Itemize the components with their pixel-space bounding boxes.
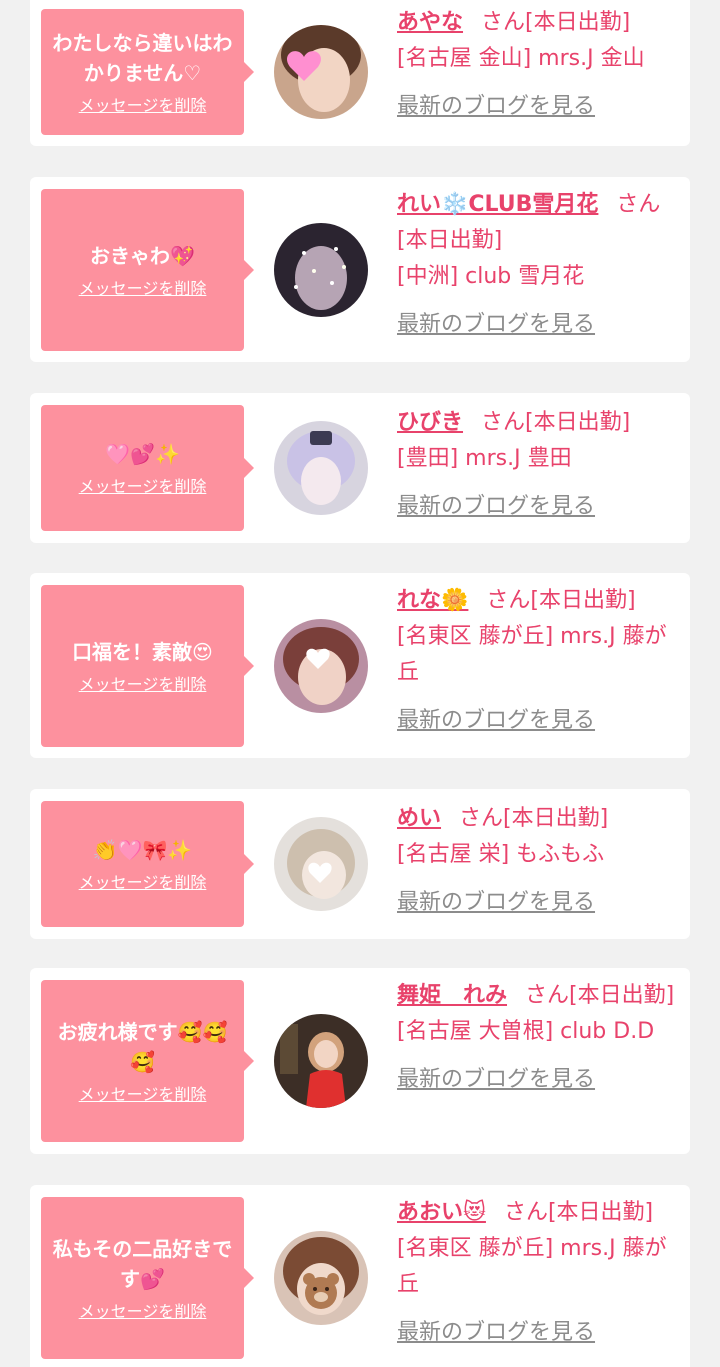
delete-message-link[interactable]: メッセージを削除 bbox=[79, 1302, 207, 1322]
delete-message-link[interactable]: メッセージを削除 bbox=[79, 477, 207, 497]
status-text: [本日出勤] bbox=[525, 410, 631, 435]
message-text: お疲れ様です🥰🥰🥰 bbox=[57, 1020, 228, 1074]
cast-name-link[interactable]: れな🌼 bbox=[397, 588, 468, 613]
honorific: さん bbox=[459, 806, 504, 831]
list-item: 口福を！素敵😍 メッセージを削除 れな🌼 さん[本日出勤] [名東区 藤が丘] m… bbox=[30, 573, 690, 758]
cast-name-link[interactable]: あおい😻 bbox=[397, 1200, 486, 1225]
cast-name-link[interactable]: めい bbox=[397, 806, 441, 831]
latest-blog-link[interactable]: 最新のブログを見る bbox=[397, 1062, 595, 1098]
message-bubble: 私もその二品好きです💕 メッセージを削除 bbox=[41, 1197, 254, 1359]
delete-message-link[interactable]: メッセージを削除 bbox=[79, 96, 207, 116]
delete-message-link[interactable]: メッセージを削除 bbox=[79, 873, 207, 893]
avatar[interactable] bbox=[274, 619, 368, 713]
cast-name-link[interactable]: れい❄️CLUB雪月花 bbox=[397, 192, 598, 217]
latest-blog-link[interactable]: 最新のブログを見る bbox=[397, 307, 595, 343]
shop-name: [名東区 藤が丘] mrs.J 藤が丘 bbox=[397, 1236, 667, 1297]
status-text: [本日出勤] bbox=[525, 10, 631, 35]
status-text: [本日出勤] bbox=[547, 1200, 654, 1225]
list-item: おきゃわ💖 メッセージを削除 れい❄️CLUB雪月花 さん [本日出勤] [中洲] … bbox=[30, 177, 690, 362]
message-text: わたしなら違いはわかりません♡ bbox=[52, 31, 233, 85]
message-text: 🩷💕✨ bbox=[105, 442, 180, 466]
latest-blog-link[interactable]: 最新のブログを見る bbox=[397, 703, 595, 739]
cast-name-link[interactable]: ひびき bbox=[397, 410, 463, 435]
honorific: さん bbox=[503, 1200, 548, 1225]
honorific: さん bbox=[525, 983, 570, 1008]
cast-info: ひびき さん[本日出勤] [豊田] mrs.J 豊田 最新のブログを見る bbox=[397, 405, 681, 525]
shop-name: [名古屋 大曽根] club D.D bbox=[397, 1019, 655, 1044]
shop-name: [名東区 藤が丘] mrs.J 藤が丘 bbox=[397, 624, 667, 685]
cast-name-link[interactable]: あやな bbox=[397, 10, 463, 35]
honorific: さん bbox=[481, 410, 526, 435]
message-text: おきゃわ💖 bbox=[90, 244, 195, 268]
cast-info: れい❄️CLUB雪月花 さん [本日出勤] [中洲] club 雪月花 最新のブログ… bbox=[397, 187, 681, 343]
cast-name-link[interactable]: 舞姫 れみ bbox=[397, 983, 507, 1008]
list-item: 🩷💕✨ メッセージを削除 ひびき さん[本日出勤] [豊田] mrs.J 豊田 最… bbox=[30, 393, 690, 543]
delete-message-link[interactable]: メッセージを削除 bbox=[79, 279, 207, 299]
list-item: わたしなら違いはわかりません♡ メッセージを削除 あやな さん[本日出勤] [名古… bbox=[30, 0, 690, 146]
cast-info: めい さん[本日出勤] [名古屋 栄] もふもふ 最新のブログを見る bbox=[397, 801, 681, 921]
avatar[interactable] bbox=[274, 817, 368, 911]
avatar[interactable] bbox=[274, 1231, 368, 1325]
status-text: [本日出勤] bbox=[569, 983, 675, 1008]
list-item: 私もその二品好きです💕 メッセージを削除 あおい😻 さん[本日出勤] [名東区 藤… bbox=[30, 1185, 690, 1367]
message-bubble: 👏🩷🎀✨ メッセージを削除 bbox=[41, 801, 254, 927]
latest-blog-link[interactable]: 最新のブログを見る bbox=[397, 489, 595, 525]
avatar[interactable] bbox=[274, 421, 368, 515]
latest-blog-link[interactable]: 最新のブログを見る bbox=[397, 1315, 595, 1351]
status-text: [本日出勤] bbox=[397, 228, 503, 253]
message-text: 👏🩷🎀✨ bbox=[92, 838, 193, 862]
honorific: さん bbox=[616, 192, 661, 217]
avatar[interactable] bbox=[274, 223, 368, 317]
cast-info: あおい😻 さん[本日出勤] [名東区 藤が丘] mrs.J 藤が丘 最新のブログを… bbox=[397, 1195, 681, 1351]
message-bubble: お疲れ様です🥰🥰🥰 メッセージを削除 bbox=[41, 980, 254, 1142]
message-text: 口福を！素敵😍 bbox=[72, 640, 213, 664]
latest-blog-link[interactable]: 最新のブログを見る bbox=[397, 885, 595, 921]
delete-message-link[interactable]: メッセージを削除 bbox=[79, 1085, 207, 1105]
message-bubble: 🩷💕✨ メッセージを削除 bbox=[41, 405, 254, 531]
cast-info: あやな さん[本日出勤] [名古屋 金山] mrs.J 金山 最新のブログを見る bbox=[397, 5, 681, 125]
latest-blog-link[interactable]: 最新のブログを見る bbox=[397, 89, 595, 125]
message-bubble: 口福を！素敵😍 メッセージを削除 bbox=[41, 585, 254, 747]
cast-info: 舞姫 れみ さん[本日出勤] [名古屋 大曽根] club D.D 最新のブログを… bbox=[397, 978, 681, 1098]
shop-name: [名古屋 金山] mrs.J 金山 bbox=[397, 46, 645, 71]
cast-info: れな🌼 さん[本日出勤] [名東区 藤が丘] mrs.J 藤が丘 最新のブログを見… bbox=[397, 583, 681, 739]
honorific: さん bbox=[486, 588, 531, 613]
avatar[interactable] bbox=[274, 25, 368, 119]
shop-name: [名古屋 栄] もふもふ bbox=[397, 842, 605, 867]
status-text: [本日出勤] bbox=[503, 806, 609, 831]
shop-name: [中洲] club 雪月花 bbox=[397, 264, 585, 289]
honorific: さん bbox=[481, 10, 526, 35]
message-bubble: おきゃわ💖 メッセージを削除 bbox=[41, 189, 254, 351]
message-text: 私もその二品好きです💕 bbox=[52, 1237, 233, 1291]
avatar[interactable] bbox=[274, 1014, 368, 1108]
list-item: お疲れ様です🥰🥰🥰 メッセージを削除 舞姫 れみ さん[本日出勤] [名古屋 大曽… bbox=[30, 968, 690, 1154]
status-text: [本日出勤] bbox=[530, 588, 636, 613]
message-list: わたしなら違いはわかりません♡ メッセージを削除 あやな さん[本日出勤] [名古… bbox=[0, 0, 720, 1367]
message-bubble: わたしなら違いはわかりません♡ メッセージを削除 bbox=[41, 9, 254, 135]
shop-name: [豊田] mrs.J 豊田 bbox=[397, 446, 572, 471]
list-item: 👏🩷🎀✨ メッセージを削除 めい さん[本日出勤] [名古屋 栄] もふもふ 最新… bbox=[30, 789, 690, 939]
delete-message-link[interactable]: メッセージを削除 bbox=[79, 675, 207, 695]
